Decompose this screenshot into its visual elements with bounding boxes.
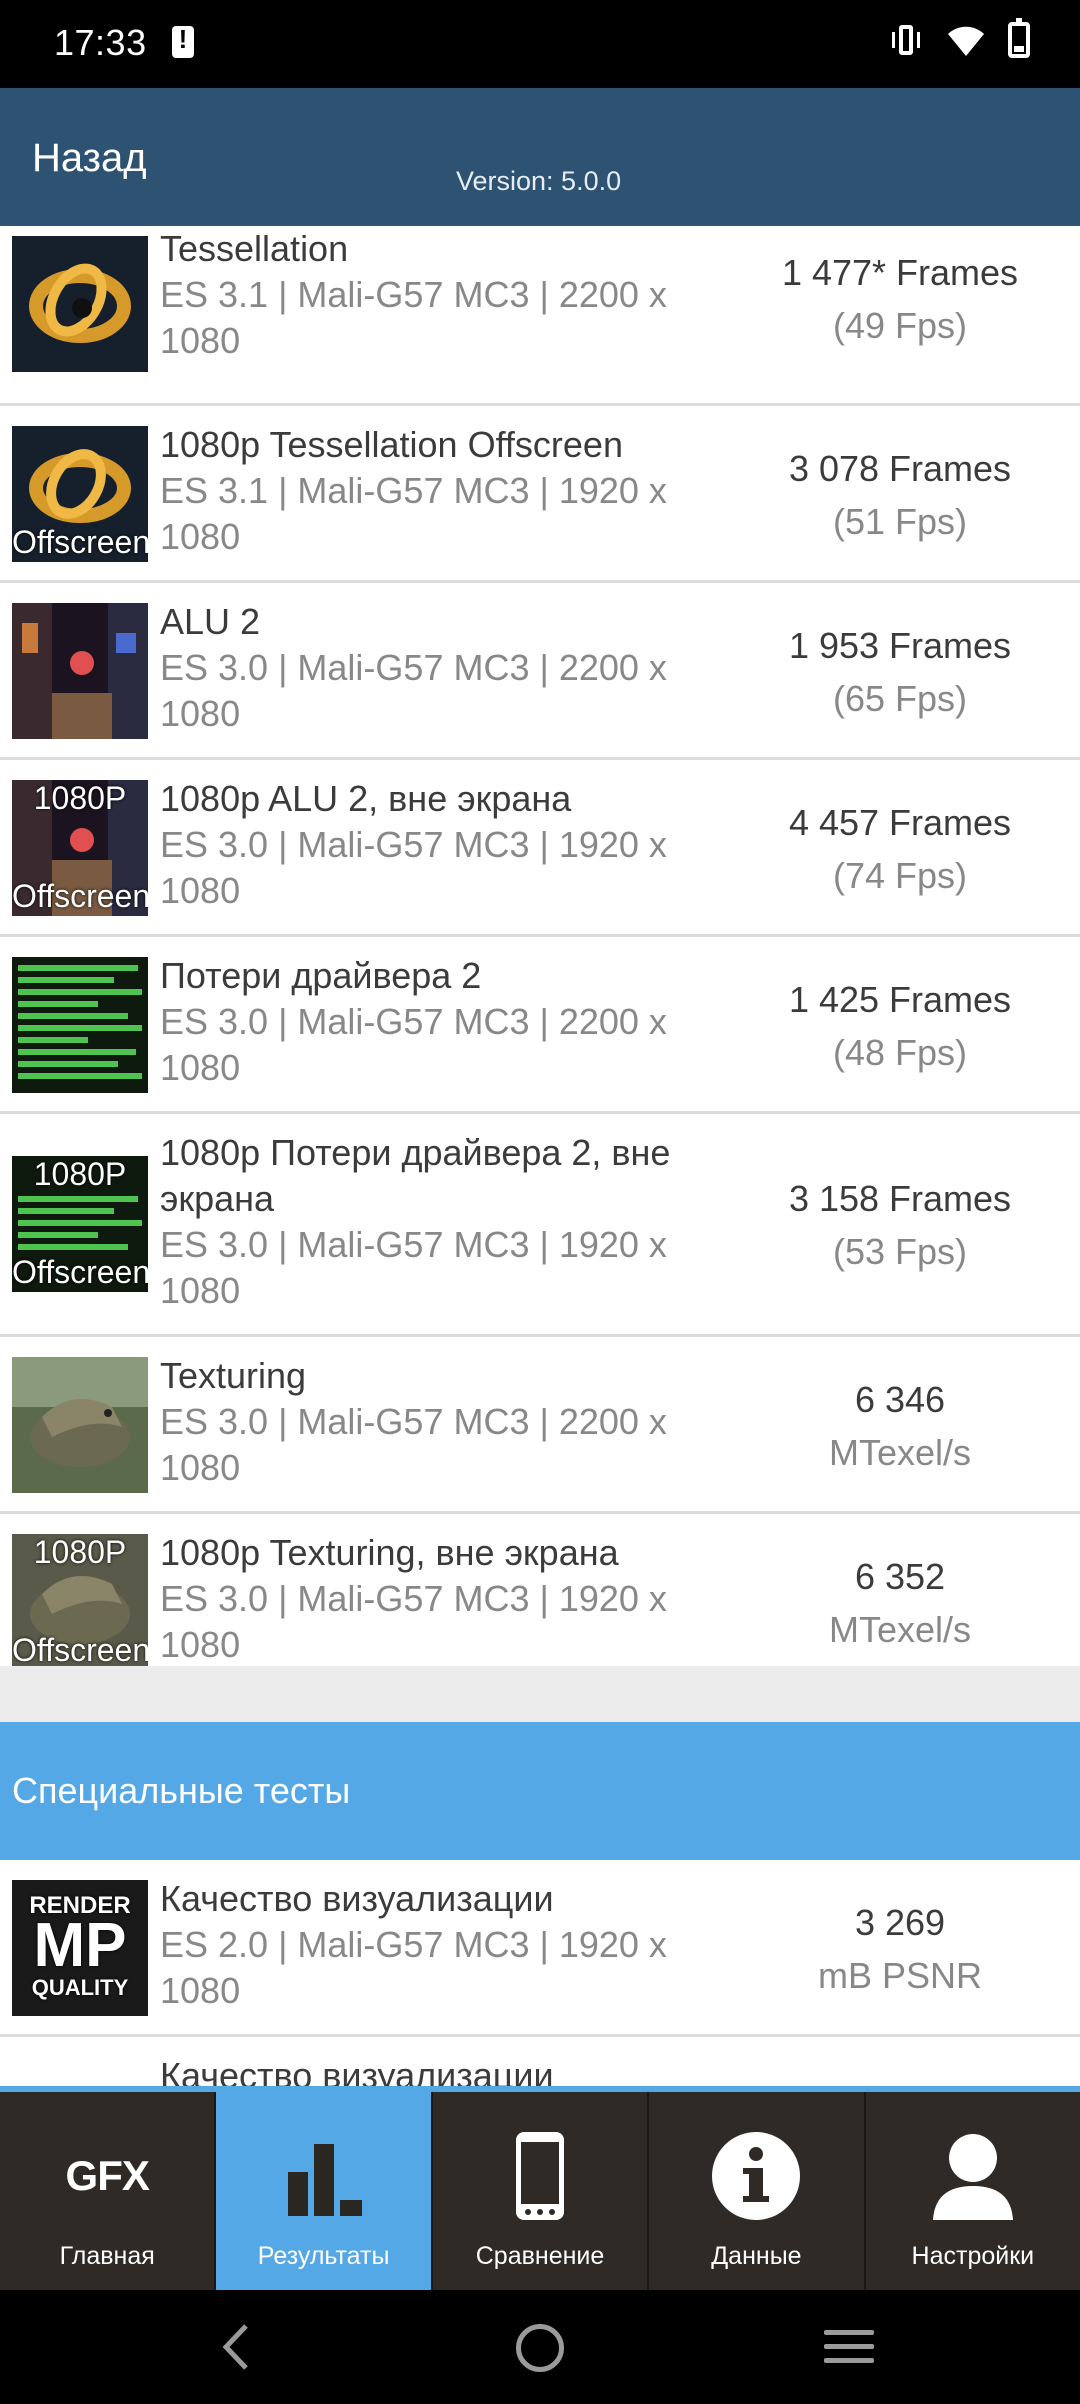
gfx-logo-icon: GFX <box>65 2152 150 2199</box>
result-row-alu2-offscreen[interactable]: 1080P Offscreen 1080p ALU 2, вне экрана … <box>0 760 1080 937</box>
tab-label: Настройки <box>911 2242 1035 2270</box>
row-title: Потери драйвера 2 <box>160 955 482 996</box>
bottom-tab-bar: GFX Главная Результаты Сравнение Данные <box>0 2086 1080 2290</box>
row-subtitle: ES 3.0 | Mali-G57 MC3 | 1920 x 1080 <box>160 824 667 911</box>
thumb-offscreen-label: Offscreen <box>12 1632 148 1668</box>
thumb-offscreen-label: Offscreen <box>12 524 148 560</box>
battery-icon <box>1008 18 1030 58</box>
results-list[interactable]: Tessellation ES 3.1 | Mali-G57 MC3 | 220… <box>0 226 1080 2086</box>
phone-icon <box>516 2132 565 2220</box>
version-label: Version: 5.0.0 <box>456 166 622 196</box>
row-unit: (51 Fps) <box>832 501 968 542</box>
tab-data[interactable]: Данные <box>649 2092 866 2290</box>
driver-overhead-offscreen-thumbnail: 1080P Offscreen <box>12 1156 148 1292</box>
row-unit: (74 Fps) <box>832 855 968 896</box>
tessellation-thumbnail <box>12 236 148 372</box>
row-title: Качество визуализации <box>160 2055 554 2086</box>
result-row-alu2[interactable]: ALU 2 ES 3.0 | Mali-G57 MC3 | 2200 x 108… <box>0 583 1080 760</box>
tessellation-offscreen-thumbnail: Offscreen <box>12 426 148 562</box>
render-quality-thumbnail: RENDER MP QUALITY <box>12 1880 148 2016</box>
row-unit: (65 Fps) <box>832 678 968 719</box>
row-value: 1 477* Frames <box>781 252 1019 293</box>
nav-home-icon[interactable] <box>516 2324 564 2372</box>
row-title: 1080p Потери драйвера 2, вне экрана <box>160 1132 671 1219</box>
user-icon <box>932 2134 1013 2220</box>
row-subtitle: ES 3.0 | Mali-G57 MC3 | 1920 x 1080 <box>160 1224 667 1311</box>
row-subtitle: ES 3.0 | Mali-G57 MC3 | 2200 x 1080 <box>160 647 667 734</box>
tab-settings[interactable]: Настройки <box>866 2092 1080 2290</box>
result-row-render-quality[interactable]: RENDER MP QUALITY Качество визуализации … <box>0 1860 1080 2037</box>
back-button[interactable]: Назад <box>32 136 147 181</box>
row-value: 3 078 Frames <box>788 448 1012 489</box>
result-row-driver-overhead-offscreen[interactable]: 1080P Offscreen 1080p Потери драйвера 2,… <box>0 1114 1080 1337</box>
tab-home[interactable]: GFX Главная <box>0 2092 217 2290</box>
row-title: 1080p Texturing, вне экрана <box>160 1532 619 1573</box>
alu2-thumbnail <box>12 603 148 739</box>
nav-recents-icon[interactable] <box>824 2330 874 2366</box>
result-row-render-quality-2[interactable]: Качество визуализации <box>0 2037 1080 2086</box>
row-title: 1080p Tessellation Offscreen <box>160 424 623 465</box>
row-unit: (48 Fps) <box>832 1032 968 1073</box>
row-value: 1 425 Frames <box>788 979 1012 1020</box>
thumb-1080p-label: 1080P <box>33 780 127 816</box>
row-unit: mB PSNR <box>817 1955 983 1996</box>
system-navigation-bar <box>0 2290 1080 2404</box>
row-value: 1 953 Frames <box>788 625 1012 666</box>
texturing-offscreen-thumbnail: 1080P Offscreen <box>12 1534 148 1670</box>
row-subtitle: ES 3.0 | Mali-G57 MC3 | 2200 x 1080 <box>160 1401 667 1488</box>
row-subtitle: ES 3.0 | Mali-G57 MC3 | 2200 x 1080 <box>160 1001 667 1088</box>
row-title: 1080p ALU 2, вне экрана <box>160 778 572 819</box>
thumb-mp-label: MP <box>33 1911 127 1980</box>
tab-label: Результаты <box>257 2242 390 2270</box>
thumb-offscreen-label: Offscreen <box>12 878 148 914</box>
alert-icon <box>172 24 194 58</box>
row-subtitle: ES 3.1 | Mali-G57 MC3 | 1920 x 1080 <box>160 470 667 557</box>
thumb-1080p-label: 1080P <box>33 1156 127 1192</box>
status-icons <box>888 18 1030 58</box>
section-gap <box>0 1666 1080 1722</box>
row-value: 3 158 Frames <box>788 1178 1012 1219</box>
special-tests-header: Специальные тесты <box>0 1722 1080 1860</box>
thumb-offscreen-label: Offscreen <box>12 1254 148 1290</box>
app-header: Назад Version: 5.0.0 <box>0 88 1080 226</box>
tab-results[interactable]: Результаты <box>216 2092 433 2290</box>
tab-label: Сравнение <box>475 2242 605 2270</box>
nav-back-icon[interactable] <box>210 2320 264 2374</box>
vibrate-icon <box>888 22 924 58</box>
bar-chart-icon <box>287 2144 362 2216</box>
row-unit: MTexel/s <box>828 1609 972 1650</box>
row-value: 4 457 Frames <box>788 802 1012 843</box>
section-title: Специальные тесты <box>12 1770 351 1811</box>
wifi-icon <box>948 26 984 56</box>
row-unit: (49 Fps) <box>832 305 968 346</box>
thumb-quality-label: QUALITY <box>31 1975 129 2000</box>
row-title: Качество визуализации <box>160 1878 554 1919</box>
row-value: 6 346 <box>854 1379 946 1420</box>
row-subtitle: ES 3.1 | Mali-G57 MC3 | 2200 x 1080 <box>160 274 667 361</box>
texturing-thumbnail <box>12 1357 148 1493</box>
result-row-tessellation[interactable]: Tessellation ES 3.1 | Mali-G57 MC3 | 220… <box>0 226 1080 406</box>
row-subtitle: ES 3.0 | Mali-G57 MC3 | 1920 x 1080 <box>160 1578 667 1665</box>
row-value: 6 352 <box>854 1556 946 1597</box>
row-title: Tessellation <box>160 228 349 269</box>
tab-label: Главная <box>59 2242 155 2270</box>
result-row-texturing[interactable]: Texturing ES 3.0 | Mali-G57 MC3 | 2200 x… <box>0 1337 1080 1514</box>
row-subtitle: ES 2.0 | Mali-G57 MC3 | 1920 x 1080 <box>160 1924 667 2011</box>
tab-compare[interactable]: Сравнение <box>433 2092 650 2290</box>
tab-label: Данные <box>711 2242 802 2270</box>
result-row-tessellation-offscreen[interactable]: Offscreen 1080p Tessellation Offscreen E… <box>0 406 1080 583</box>
info-icon <box>712 2132 801 2220</box>
status-bar: 17:33 <box>0 0 1080 88</box>
row-title: ALU 2 <box>160 601 261 642</box>
status-time: 17:33 <box>54 22 147 63</box>
row-unit: MTexel/s <box>828 1432 972 1473</box>
row-value: 3 269 <box>854 1902 946 1943</box>
row-unit: (53 Fps) <box>832 1231 968 1272</box>
driver-overhead-thumbnail <box>12 957 148 1093</box>
alu2-offscreen-thumbnail: 1080P Offscreen <box>12 780 148 916</box>
result-row-driver-overhead[interactable]: Потери драйвера 2 ES 3.0 | Mali-G57 MC3 … <box>0 937 1080 1114</box>
row-title: Texturing <box>160 1355 307 1396</box>
thumb-1080p-label: 1080P <box>33 1534 127 1570</box>
